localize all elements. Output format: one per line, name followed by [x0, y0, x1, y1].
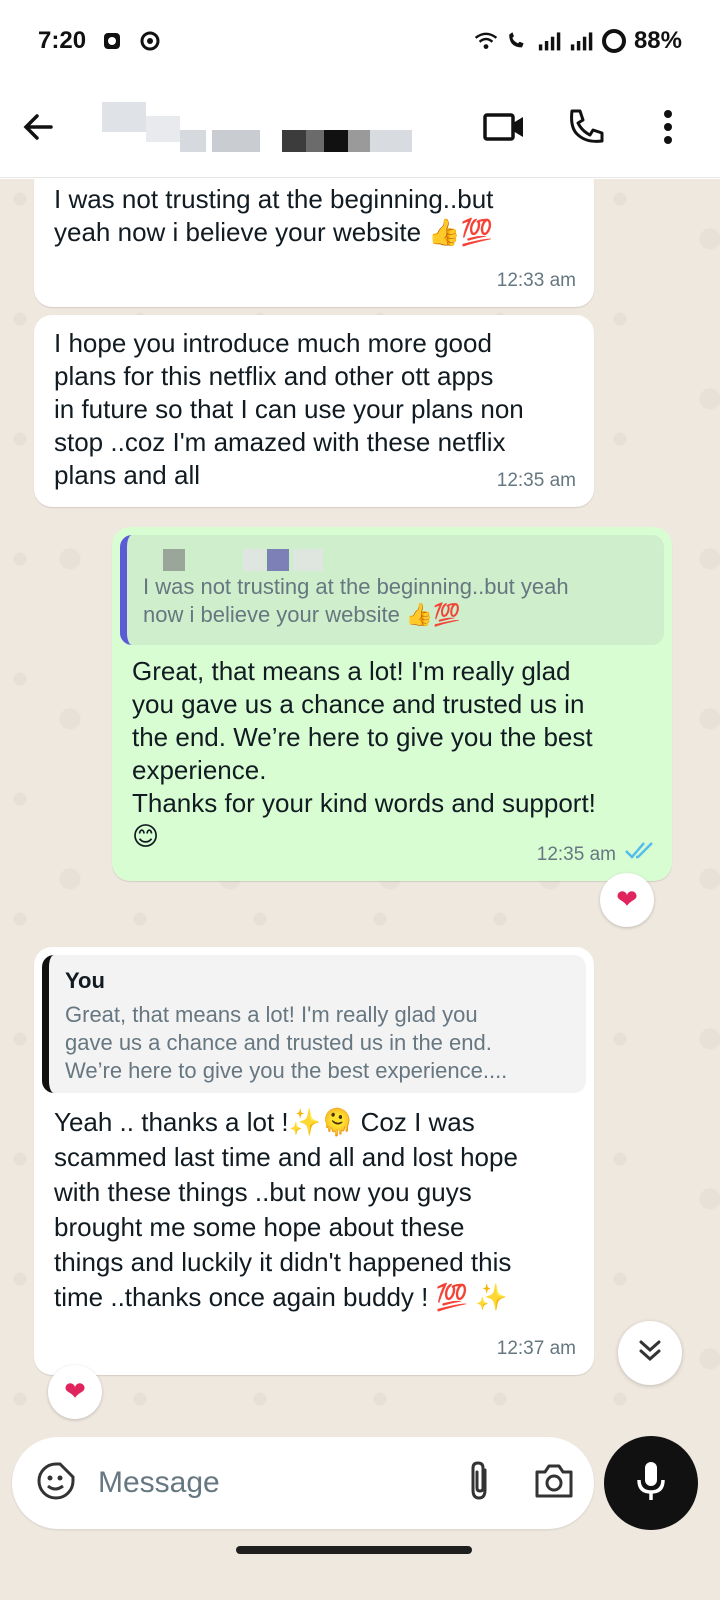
chat-area[interactable]: I was not trusting at the beginning..but… [0, 179, 720, 1433]
wifi-calling-icon [506, 29, 530, 53]
reaction-badge[interactable]: ❤ [48, 1365, 102, 1419]
message-input[interactable] [98, 1466, 428, 1500]
paperclip-icon [465, 1460, 495, 1507]
message-time: 12:33 am [496, 270, 576, 291]
scroll-to-bottom-button[interactable] [618, 1321, 682, 1385]
quoted-message[interactable]: You Great, that means a lot! I'm really … [42, 955, 586, 1093]
message-text: Yeah .. thanks a lot !✨🫠 Coz I was scamm… [54, 1107, 518, 1312]
message-time: 12:37 am [496, 1338, 576, 1359]
back-button[interactable] [8, 100, 68, 160]
phone-icon [566, 107, 606, 152]
wifi-icon [474, 29, 498, 53]
notification-at-icon [138, 29, 162, 53]
voice-message-button[interactable] [604, 1436, 698, 1530]
more-options-button[interactable] [642, 104, 694, 156]
message-bubble-incoming[interactable]: You Great, that means a lot! I'm really … [34, 947, 594, 1375]
sticker-button[interactable] [28, 1455, 84, 1511]
video-call-button[interactable] [478, 104, 530, 156]
quote-text: I was not trusting at the beginning..but… [143, 574, 569, 627]
camera-button[interactable] [526, 1455, 582, 1511]
message-bubble-incoming[interactable]: I hope you introduce much more good plan… [34, 315, 594, 507]
attach-button[interactable] [452, 1455, 508, 1511]
message-bubble-outgoing[interactable]: I was not trusting at the beginning..but… [112, 527, 672, 881]
status-time: 7:20 [38, 27, 87, 54]
status-bar: 7:20 88% [0, 0, 720, 82]
quote-author: You [65, 968, 105, 993]
microphone-icon [635, 1460, 667, 1507]
message-input-container [12, 1437, 594, 1529]
heart-icon: ❤ [616, 885, 638, 915]
signal-2-icon [570, 29, 594, 53]
double-check-icon [624, 838, 656, 871]
quoted-message[interactable]: I was not trusting at the beginning..but… [120, 535, 664, 645]
heart-icon: ❤ [64, 1377, 86, 1407]
input-bar [0, 1433, 720, 1600]
voice-call-button[interactable] [560, 104, 612, 156]
message-text: Great, that means a lot! I'm really glad… [132, 656, 596, 851]
more-vert-icon [662, 109, 674, 150]
reaction-badge[interactable]: ❤ [600, 873, 654, 927]
home-indicator[interactable] [236, 1546, 472, 1554]
contact-name[interactable] [72, 101, 412, 152]
signal-1-icon [538, 29, 562, 53]
quote-author [143, 547, 648, 573]
message-time-text: 12:35 am [536, 844, 616, 865]
notification-app-icon [100, 29, 124, 53]
chat-header [0, 82, 720, 178]
arrow-left-icon [21, 110, 55, 149]
double-chevron-down-icon [637, 1338, 663, 1369]
battery-icon [601, 29, 626, 53]
message-text: I was not trusting at the beginning..but… [54, 184, 494, 247]
message-bubble-incoming[interactable]: I was not trusting at the beginning..but… [34, 179, 594, 307]
camera-icon [533, 1462, 575, 1505]
sticker-icon [36, 1461, 76, 1506]
quote-text: Great, that means a lot! I'm really glad… [65, 1002, 508, 1083]
battery-level: 88% [633, 27, 682, 54]
message-time: 12:35 am [537, 838, 656, 871]
message-time: 12:35 am [496, 470, 576, 491]
video-call-icon [483, 111, 525, 148]
